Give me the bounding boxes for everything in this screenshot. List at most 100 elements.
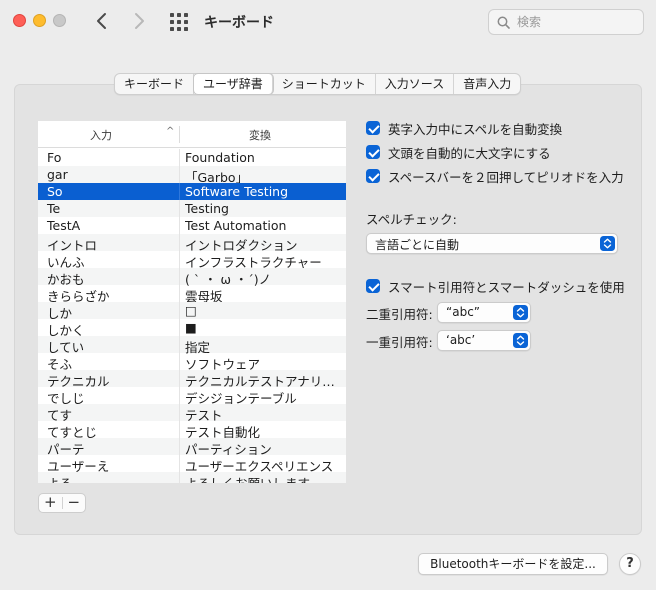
column-header-convert[interactable]: 変換 [249,127,271,143]
table-row[interactable]: してい 指定 [38,336,346,355]
window-title: キーボード [204,15,274,31]
cell-output[interactable]: Test Automation [185,218,343,233]
cell-output[interactable]: Foundation [185,150,343,165]
back-button[interactable] [91,9,113,33]
double-space-period-label: スペースバーを２回押してピリオドを入力 [388,169,624,185]
column-divider [179,421,180,438]
tab-keyboard[interactable]: キーボード [115,74,195,94]
smart-quotes-label: スマート引用符とスマートダッシュを使用 [388,279,625,295]
cell-output[interactable]: Software Testing [185,184,343,199]
table-row[interactable]: でしじ デシジョンテーブル [38,387,346,406]
tab-user-dictionary[interactable]: ユーザ辞書 [194,74,273,94]
chevron-right-icon [135,13,144,29]
tab-bar: キーボード ユーザ辞書 ショートカット 入力ソース 音声入力 [114,73,522,95]
table-row[interactable]: きららざか 雲母坂 [38,285,346,304]
smart-quotes-checkbox[interactable] [366,279,380,293]
auto-capitalize-checkbox[interactable] [366,145,380,159]
table-header: 入力 ^ 変換 [38,121,346,148]
auto-capitalize-checkbox-row[interactable]: 文頭を自動的に大文字にする [366,143,551,161]
table-row[interactable]: いんふ インフラストラクチャー [38,251,346,270]
search-icon [497,16,510,29]
column-divider [179,438,180,455]
cell-output[interactable]: よろしくお願いします [185,473,343,483]
add-entry-button[interactable]: + [39,494,62,512]
tab-dictation[interactable]: 音声入力 [454,74,520,94]
auto-capitalize-label: 文頭を自動的に大文字にする [388,145,551,161]
setup-bluetooth-keyboard-button[interactable]: Bluetoothキーボードを設定... [418,553,608,575]
table-body: Fo Foundation gar 「Garbo」 So Software Testing… [38,149,346,483]
column-divider [179,183,180,200]
cell-input[interactable]: よろ [47,473,72,483]
table-row[interactable]: しか □ [38,302,346,321]
popup-arrows-icon [513,333,528,348]
text-replacement-table[interactable]: 入力 ^ 変換 Fo Foundation gar 「Garbo」 So Software… [38,121,346,483]
cell-output[interactable]: Testing [185,201,343,216]
column-divider [179,387,180,404]
smart-quotes-checkbox-row[interactable]: スマート引用符とスマートダッシュを使用 [366,277,625,295]
spell-check-popup[interactable]: 言語ごとに自動 [366,233,618,254]
table-row[interactable]: Te Testing [38,200,346,217]
cell-input[interactable]: gar [47,167,68,182]
search-field[interactable] [488,9,644,35]
column-divider [179,285,180,302]
cell-output[interactable]: □ [185,303,343,318]
single-quote-popup[interactable]: ‘abc’ [437,330,531,351]
cell-input[interactable]: Fo [47,150,61,165]
column-divider [179,455,180,472]
table-row[interactable]: てすとじ テスト自動化 [38,421,346,440]
table-row[interactable]: Fo Foundation [38,149,346,166]
double-space-period-checkbox-row[interactable]: スペースバーを２回押してピリオドを入力 [366,167,624,185]
column-divider[interactable] [179,126,180,143]
double-quote-popup[interactable]: “abc” [437,302,531,323]
show-all-grid-icon[interactable] [170,13,188,31]
column-divider [179,302,180,319]
table-row[interactable]: かおも( ` ・ ω ・´)ノ [38,268,346,287]
column-divider [179,336,180,353]
column-divider [179,200,180,217]
column-divider [179,319,180,336]
column-divider [179,234,180,251]
table-row[interactable]: テクニカル テクニカルテストアナリ… [38,370,346,389]
sort-ascending-icon: ^ [166,126,175,137]
cell-output[interactable]: ■ [185,320,343,335]
table-row[interactable]: そふ ソフトウェア [38,353,346,372]
search-input[interactable] [517,13,637,31]
table-row[interactable]: パーテ パーティション [38,438,346,457]
minimize-window-button[interactable] [33,14,46,27]
table-row[interactable]: TestA Test Automation [38,217,346,234]
table-row[interactable]: イントロ イントロダクション [38,234,346,253]
column-header-input[interactable]: 入力 [90,127,112,143]
table-row[interactable]: gar 「Garbo」 [38,166,346,185]
double-quote-value: “abc” [446,305,481,319]
column-divider [179,268,180,285]
column-divider [179,217,180,234]
close-window-button[interactable] [13,14,26,27]
add-remove-control: + − [38,493,86,513]
help-button[interactable]: ? [619,553,641,575]
double-space-period-checkbox[interactable] [366,169,380,183]
double-quote-label: 二重引用符: [366,307,433,322]
cell-input[interactable]: So [47,184,63,199]
column-divider [179,404,180,421]
tab-input-sources[interactable]: 入力ソース [376,74,455,94]
spell-check-value: 言語ごとに自動 [375,238,460,252]
auto-correct-checkbox[interactable] [366,121,380,135]
table-row[interactable]: しかく ■ [38,319,346,338]
forward-button[interactable] [128,9,150,33]
table-row[interactable]: ユーザーえ ユーザーエクスペリエンス [38,455,346,474]
auto-correct-checkbox-row[interactable]: 英字入力中にスペルを自動変換 [366,119,562,137]
column-divider [179,149,180,166]
column-divider [179,472,180,483]
column-divider [179,251,180,268]
tab-shortcuts[interactable]: ショートカット [273,74,376,94]
zoom-window-button[interactable] [53,14,66,27]
table-row[interactable]: So Software Testing [38,183,346,200]
chevron-left-icon [97,13,106,29]
title-bar: キーボード [0,0,656,44]
cell-input[interactable]: Te [47,201,60,216]
cell-input[interactable]: TestA [47,218,80,233]
table-row[interactable]: よろ よろしくお願いします [38,472,346,483]
single-quote-label: 一重引用符: [366,335,433,350]
table-row[interactable]: てす テスト [38,404,346,423]
remove-entry-button[interactable]: − [63,494,86,512]
